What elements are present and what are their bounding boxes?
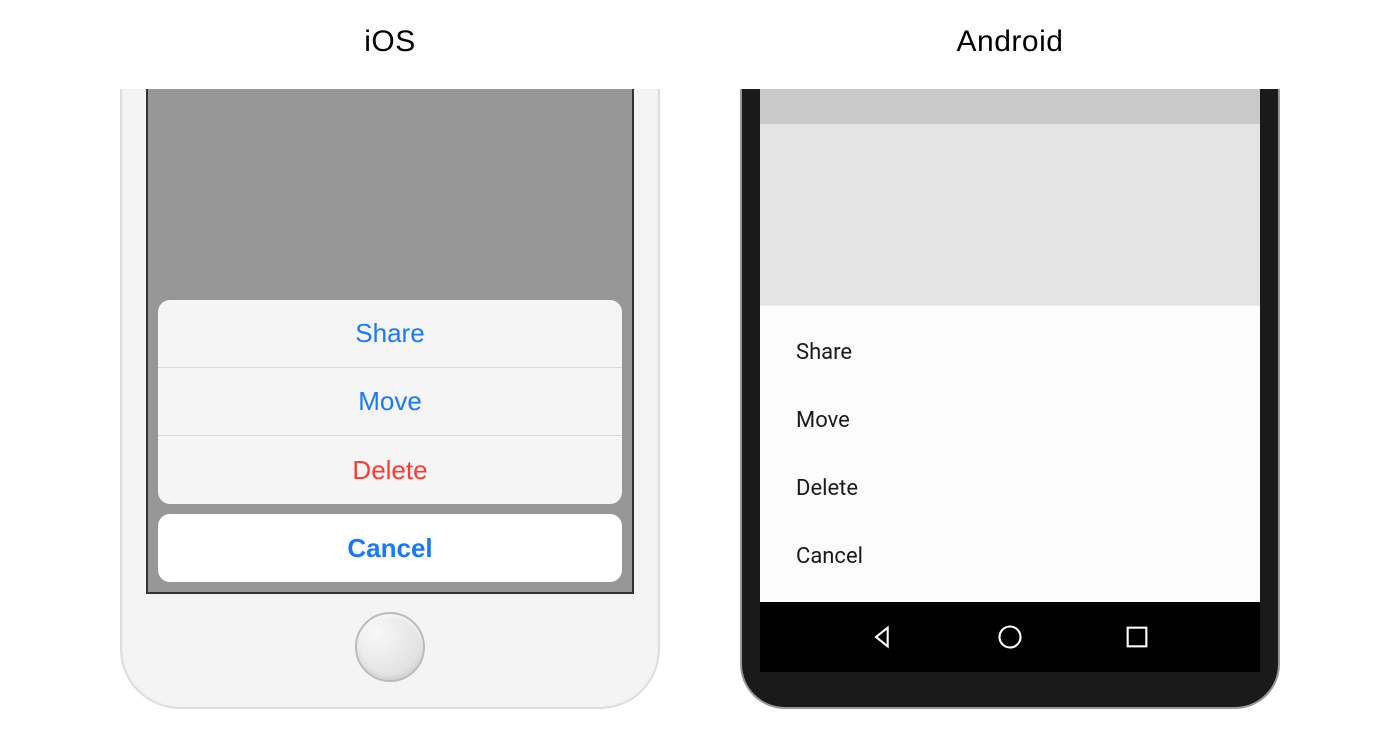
share-button[interactable]: Share — [760, 318, 1260, 386]
ios-title: iOS — [364, 25, 416, 59]
android-screen: Share Move Delete Cancel — [760, 89, 1260, 672]
delete-button[interactable]: Delete — [158, 436, 622, 504]
back-icon[interactable] — [869, 623, 897, 651]
home-icon[interactable] — [996, 623, 1024, 651]
home-button[interactable] — [355, 612, 425, 682]
move-button[interactable]: Move — [158, 368, 622, 436]
ios-action-sheet: Share Move Delete Cancel — [148, 290, 632, 592]
android-device-frame: Share Move Delete Cancel — [740, 89, 1280, 709]
delete-button[interactable]: Delete — [760, 454, 1260, 522]
ios-device-frame: Share Move Delete Cancel — [120, 89, 660, 709]
android-background — [760, 124, 1260, 305]
recent-apps-icon[interactable] — [1123, 623, 1151, 651]
share-button[interactable]: Share — [158, 300, 622, 368]
android-navbar — [760, 602, 1260, 672]
ios-section: iOS Share Move Delete Cancel — [120, 25, 660, 709]
android-title: Android — [957, 25, 1064, 59]
android-action-sheet: Share Move Delete Cancel — [760, 305, 1260, 602]
ios-screen: Share Move Delete Cancel — [146, 89, 634, 594]
cancel-button[interactable]: Cancel — [760, 522, 1260, 590]
move-button[interactable]: Move — [760, 386, 1260, 454]
android-section: Android Share Move Delete Cancel — [740, 25, 1280, 709]
ios-action-group: Share Move Delete — [158, 300, 622, 504]
cancel-button[interactable]: Cancel — [158, 514, 622, 582]
android-status-bar — [760, 89, 1260, 124]
